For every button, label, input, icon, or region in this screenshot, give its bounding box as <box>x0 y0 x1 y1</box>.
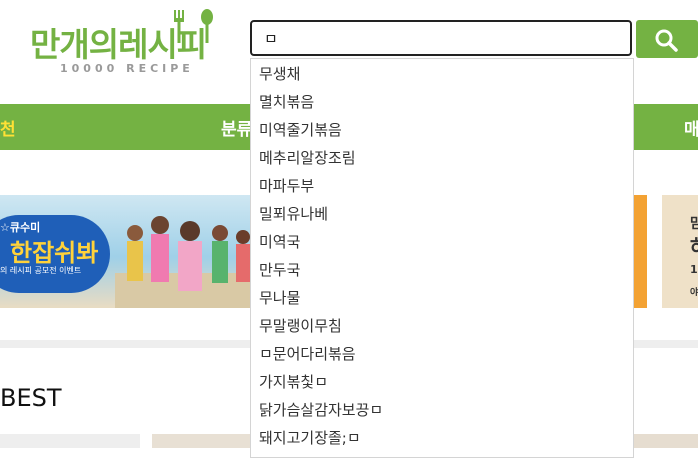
nav-item-category[interactable]: 분류 <box>221 115 252 140</box>
side-banner-text-2: 하 <box>690 231 698 260</box>
side-banner-text-3: 1 <box>690 263 698 276</box>
nav-item-ranking[interactable]: 천 <box>0 115 16 140</box>
search-suggestions: 무생채 멸치볶음 미역줄기볶음 메추리알장조림 마파두부 밀푀유나베 미역국 만… <box>250 58 634 458</box>
search-icon <box>655 29 678 52</box>
suggestion-item[interactable]: 만두국 <box>259 259 300 280</box>
suggestion-item[interactable]: 돼지고기장졸;ㅁ <box>259 427 361 448</box>
search-button[interactable] <box>636 20 698 58</box>
side-banner-strip[interactable] <box>634 195 647 308</box>
side-banner[interactable]: 맘 하 1 야 <box>662 195 698 308</box>
suggestion-item[interactable]: 마파두부 <box>259 175 314 196</box>
suggestion-item[interactable]: 메추리알장조림 <box>259 147 356 168</box>
recipe-card[interactable] <box>0 434 140 448</box>
side-banner-text-1: 맘 <box>690 216 698 232</box>
suggestion-item[interactable]: 미역국 <box>259 231 300 252</box>
search-input[interactable] <box>262 22 626 54</box>
suggestion-item[interactable]: 미역줄기볶음 <box>259 119 342 140</box>
banner-title: 한잡쉬봐 <box>10 239 99 267</box>
fork-spoon-icon <box>174 9 213 43</box>
banner-caption: 의 레시피 공모전 이벤트 <box>0 266 82 275</box>
suggestion-item[interactable]: 무생채 <box>259 63 300 84</box>
side-banner-text-4: 야 <box>690 288 698 298</box>
nav-item-more[interactable]: 매 <box>684 115 698 140</box>
suggestion-item[interactable]: 닭가슴살감자보끙ㅁ <box>259 399 383 420</box>
suggestion-item[interactable]: ㅁ문어다리볶음 <box>259 343 356 364</box>
suggestion-item[interactable]: 멸치볶음 <box>259 91 314 112</box>
event-banner[interactable]: ☆큐수미 한잡쉬봐 의 레시피 공모전 이벤트 <box>0 195 250 308</box>
suggestion-item[interactable]: 무말랭이무침 <box>259 315 342 336</box>
recipe-card[interactable] <box>152 434 252 448</box>
section-title: BEST <box>0 384 62 412</box>
recipe-card[interactable] <box>634 434 698 448</box>
suggestion-item[interactable]: 가지볶칯ㅁ <box>259 371 328 392</box>
banner-people-image <box>115 216 250 308</box>
suggestion-item[interactable]: 무나물 <box>259 287 300 308</box>
suggestion-item[interactable]: 밀푀유나베 <box>259 203 328 224</box>
search-box[interactable] <box>250 20 632 56</box>
site-logo[interactable]: 만개의레시피 10000 RECIPE <box>30 8 220 78</box>
logo-subtitle: 10000 RECIPE <box>60 62 194 75</box>
